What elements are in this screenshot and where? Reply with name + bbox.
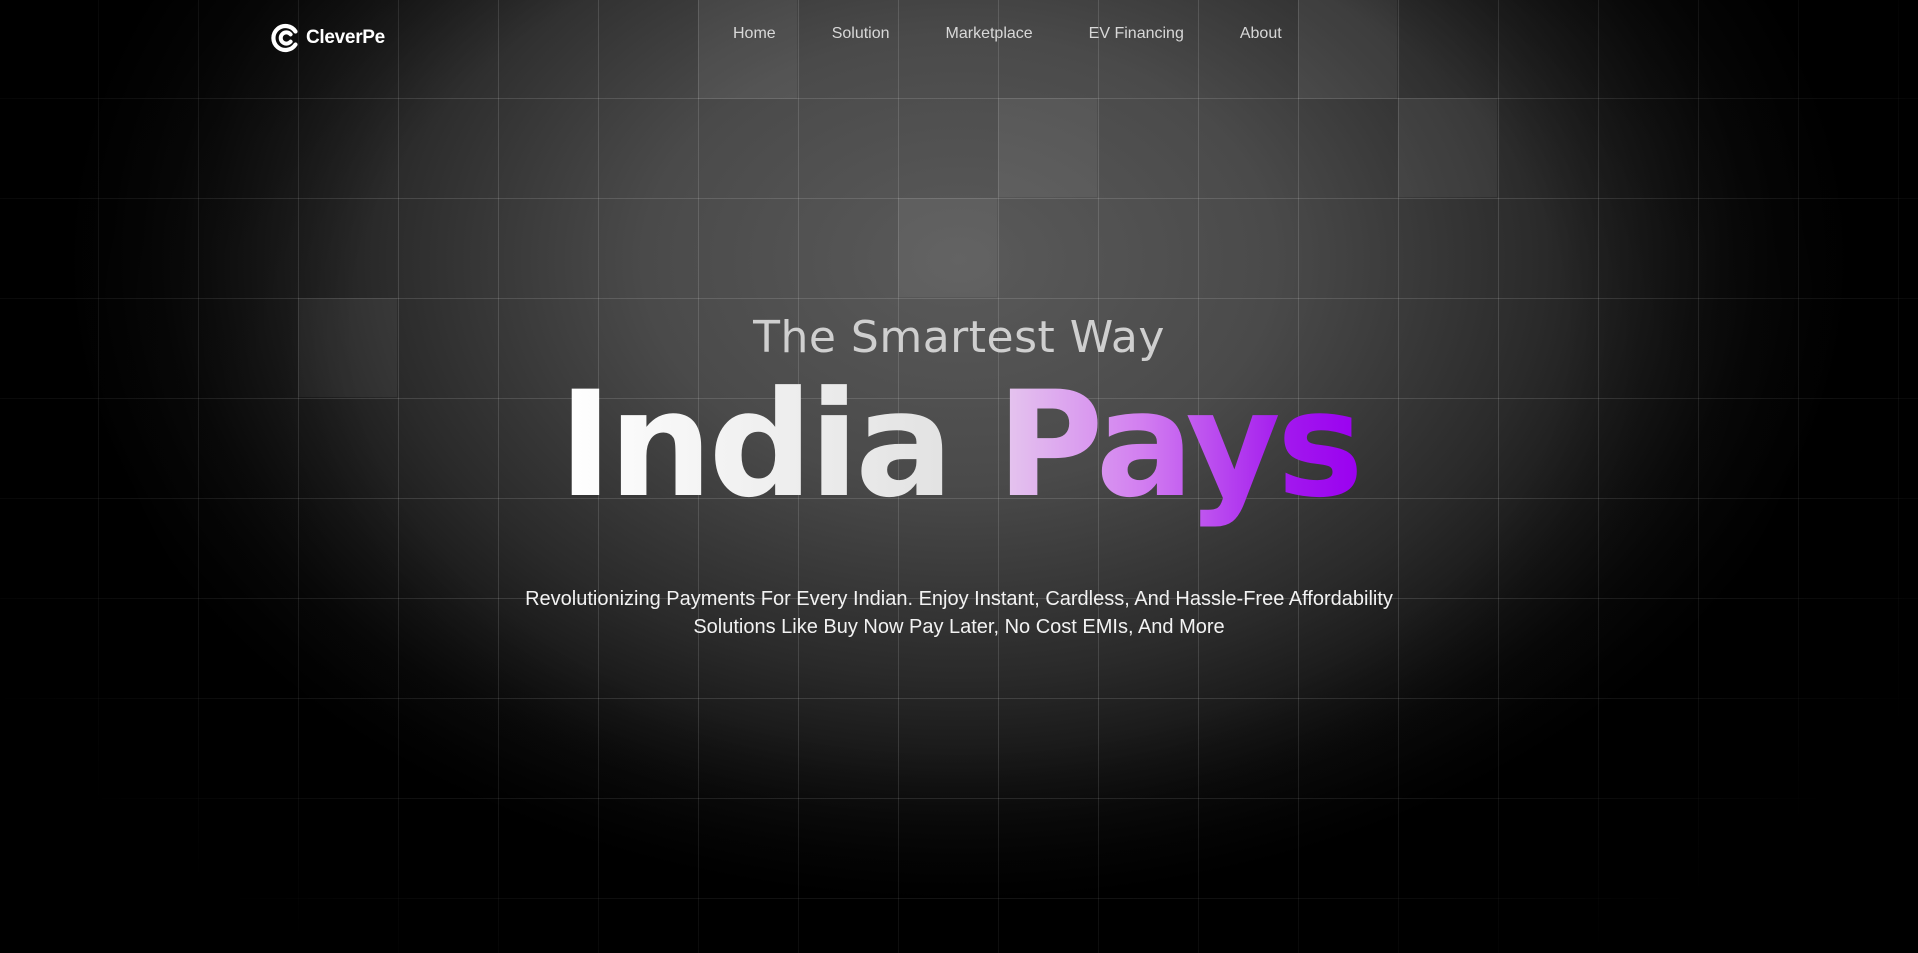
nav-link-marketplace[interactable]: Marketplace [946, 25, 1033, 43]
nav-link-ev-financing[interactable]: EV Financing [1089, 25, 1184, 43]
hero-headline: India Pays [0, 360, 1918, 530]
headline-word-india: India [558, 360, 953, 530]
nav-link-about[interactable]: About [1240, 25, 1282, 43]
headline-word-pays: Pays [996, 360, 1364, 530]
hero-subtitle-line-2: Solutions Like Buy Now Pay Later, No Cos… [693, 616, 1225, 638]
nav-link-solution[interactable]: Solution [832, 25, 890, 43]
hero-eyebrow: The Smartest Way [753, 312, 1165, 363]
hero-subtitle-line-1: Revolutionizing Payments For Every India… [525, 588, 1393, 610]
cleverpe-logo-icon [271, 23, 298, 53]
main-nav: Home Solution Marketplace EV Financing A… [733, 25, 1282, 43]
hero-subtitle: Revolutionizing Payments For Every India… [0, 585, 1918, 641]
brand-logo[interactable]: CleverPe [270, 21, 385, 55]
nav-link-home[interactable]: Home [733, 25, 776, 43]
brand-name: CleverPe [306, 27, 385, 48]
site-header: CleverPe Home Solution Marketplace EV Fi… [0, 0, 1918, 74]
